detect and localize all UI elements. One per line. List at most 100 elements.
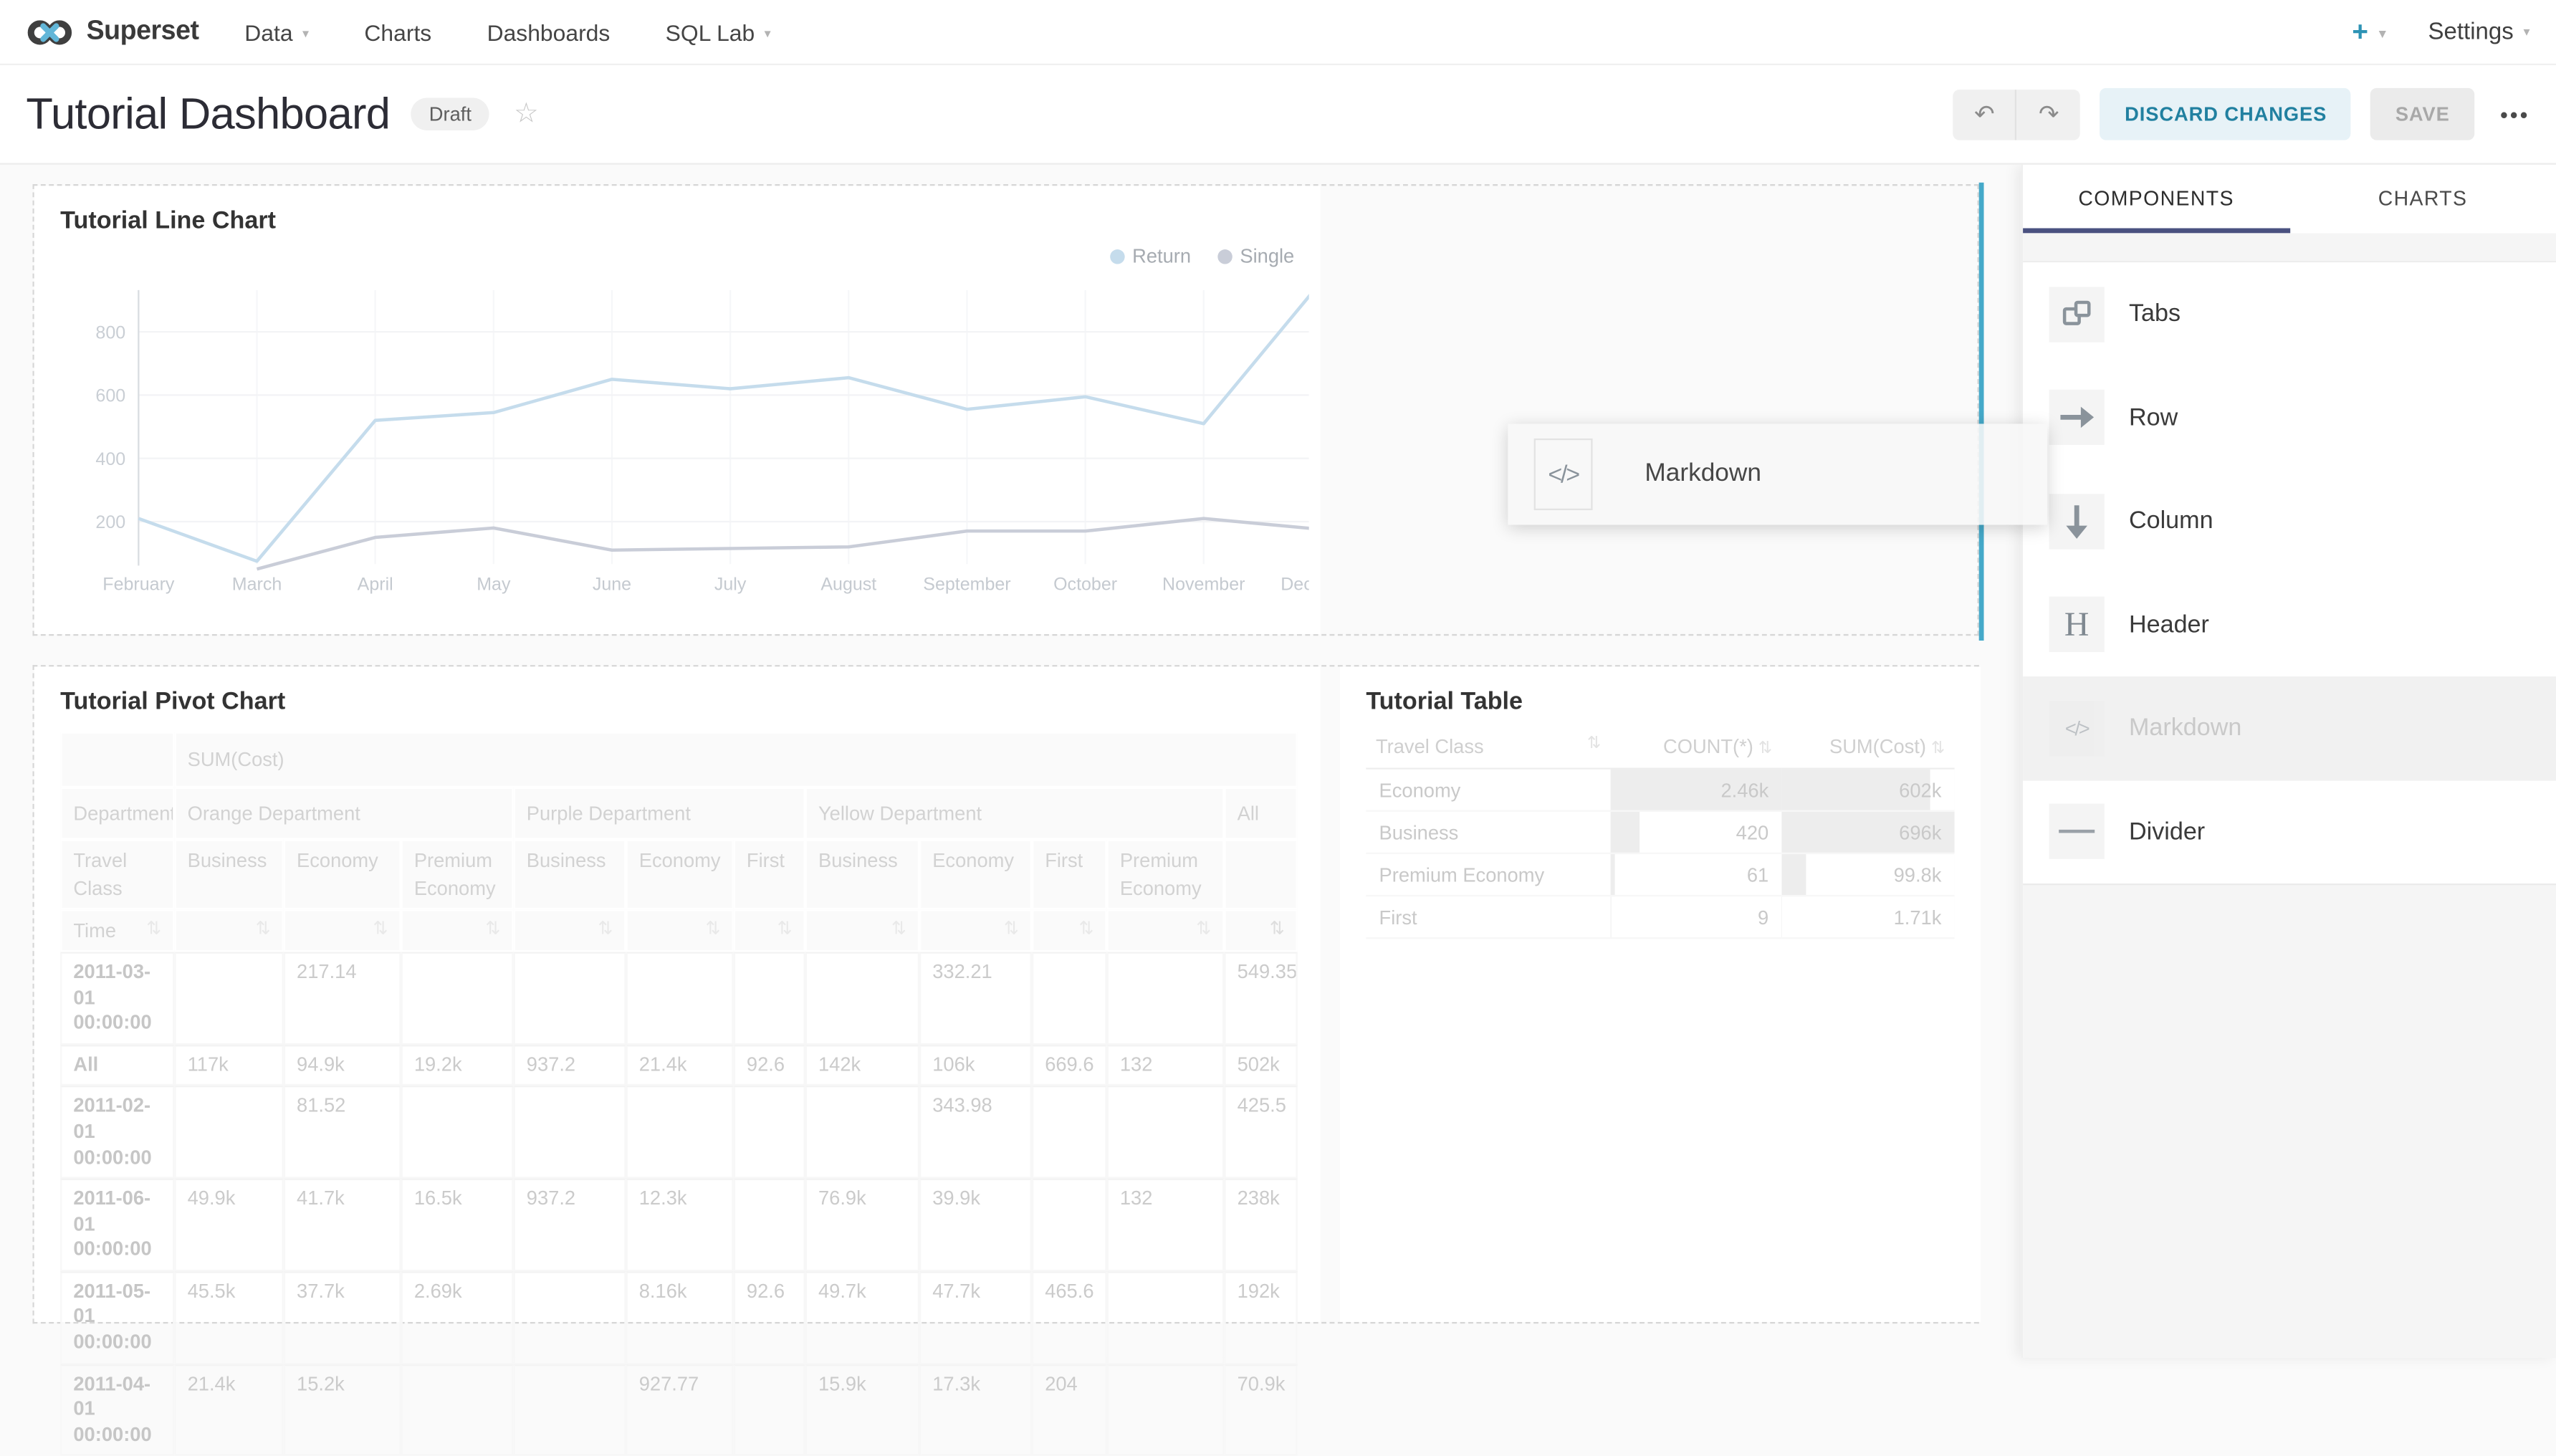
pivot-cell: 937.2 xyxy=(514,1179,626,1271)
redo-button[interactable]: ↷ xyxy=(2017,89,2081,140)
sort-icon[interactable]: ⇅ xyxy=(1270,917,1285,942)
save-button[interactable]: SAVE xyxy=(2371,88,2474,140)
pivot-cell: 132 xyxy=(1107,1179,1225,1271)
sort-icon[interactable]: ⇅ xyxy=(1196,917,1211,942)
pivot-cell xyxy=(805,1086,919,1179)
pivot-cell: 343.98 xyxy=(919,1086,1032,1179)
line-chart-plot: 200400600800FebruaryMarchAprilMayJuneJul… xyxy=(70,261,1309,611)
top-navbar: Superset Data ▾ Charts Dashboards SQL Lab ▾… xyxy=(0,0,2556,65)
sidebar-item-label: Markdown xyxy=(2129,714,2241,742)
pivot-cell: 81.52 xyxy=(284,1086,401,1179)
svg-text:December: December xyxy=(1281,575,1309,595)
sidebar-item-tabs[interactable]: Tabs xyxy=(2023,262,2556,365)
pivot-chart-card[interactable]: Tutorial Pivot Chart SUM(Cost)Department… xyxy=(34,666,1321,1321)
pivot-metric-row: SUM(Cost) xyxy=(60,732,1298,787)
pivot-cell: 204 xyxy=(1032,1364,1107,1456)
sidebar-item-label: Divider xyxy=(2129,818,2205,846)
sort-icon[interactable]: ⇅ xyxy=(373,917,388,942)
caret-down-icon: ▾ xyxy=(2379,25,2385,39)
pivot-cell: 47.7k xyxy=(919,1271,1032,1364)
pivot-data-row: All117k94.9k19.2k937.221.4k92.6142k106k6… xyxy=(60,1045,1298,1086)
caret-down-icon: ▾ xyxy=(765,25,771,39)
pivot-cell: 92.6 xyxy=(734,1045,805,1086)
column-header-count[interactable]: COUNT(*)⇅ xyxy=(1611,725,1782,768)
settings-menu[interactable]: Settings ▾ xyxy=(2428,19,2530,44)
dragged-markdown-card[interactable]: </> Markdown xyxy=(1508,423,2047,525)
sidebar-item-column[interactable]: Column xyxy=(2023,469,2556,573)
discard-changes-button[interactable]: DISCARD CHANGES xyxy=(2100,88,2351,140)
column-icon xyxy=(2049,494,2105,549)
undo-button[interactable]: ↶ xyxy=(1953,89,2017,140)
chart-title: Tutorial Line Chart xyxy=(60,207,276,235)
pivot-cell: 70.9k xyxy=(1224,1364,1298,1456)
sidebar-item-divider[interactable]: Divider xyxy=(2023,780,2556,883)
pivot-cell: 39.9k xyxy=(919,1179,1032,1271)
caret-down-icon: ▾ xyxy=(2523,24,2529,38)
table-row: Premium Economy 61 99.8k xyxy=(1366,853,1954,896)
infinity-logo-icon xyxy=(26,16,75,48)
pivot-cell: 21.4k xyxy=(626,1045,734,1086)
sort-icon[interactable]: ⇅ xyxy=(706,917,721,942)
sidebar-item-row[interactable]: Row xyxy=(2023,366,2556,469)
table-row: First 9 1.71k xyxy=(1366,896,1954,938)
page-title: Tutorial Dashboard xyxy=(26,89,390,140)
favorite-star-icon[interactable]: ☆ xyxy=(514,97,539,130)
drop-indicator-line xyxy=(1979,183,1984,641)
status-badge: Draft xyxy=(411,97,489,130)
new-item-button[interactable]: + ▾ xyxy=(2352,16,2385,48)
pivot-cell: 76.9k xyxy=(805,1179,919,1271)
sort-icon[interactable]: ⇅ xyxy=(598,917,613,942)
pivot-cell xyxy=(1107,1364,1225,1456)
pivot-cell xyxy=(734,1179,805,1271)
tab-components[interactable]: COMPONENTS xyxy=(2023,165,2289,234)
nav-item-dashboards[interactable]: Dashboards xyxy=(487,19,611,44)
nav-item-data[interactable]: Data ▾ xyxy=(244,19,309,44)
pivot-cell: 669.6 xyxy=(1032,1045,1107,1086)
pivot-data-row: 2011-03-01 00:00:00217.14332.21549.35 xyxy=(60,952,1298,1044)
column-header-sum-cost[interactable]: SUM(Cost)⇅ xyxy=(1781,725,1954,768)
column-header-travel-class[interactable]: Travel Class⇅ xyxy=(1366,725,1610,768)
sort-icon[interactable]: ⇅ xyxy=(1078,917,1093,942)
more-options-icon[interactable]: ••• xyxy=(2500,102,2529,126)
nav-item-charts[interactable]: Charts xyxy=(364,19,431,44)
pivot-time-value: All xyxy=(60,1045,174,1086)
data-table-card[interactable]: Tutorial Table Travel Class⇅ COUNT(*)⇅ S… xyxy=(1340,666,1981,1321)
sort-icon[interactable]: ⇅ xyxy=(256,917,271,942)
pivot-cell: 332.21 xyxy=(919,952,1032,1044)
sort-icon[interactable]: ⇅ xyxy=(777,917,793,942)
svg-text:November: November xyxy=(1162,575,1245,595)
svg-text:March: March xyxy=(232,575,282,595)
pivot-time-value: 2011-03-01 00:00:00 xyxy=(60,952,174,1044)
count-cell: 420 xyxy=(1611,811,1782,853)
sort-icon[interactable]: ⇅ xyxy=(485,917,500,942)
sort-icon[interactable]: ⇅ xyxy=(891,917,906,942)
pivot-cell xyxy=(401,1086,514,1179)
pivot-cell xyxy=(1107,1086,1225,1179)
sum-cost-cell: 99.8k xyxy=(1781,853,1954,896)
sidebar-item-header[interactable]: H Header xyxy=(2023,573,2556,676)
sidebar-item-label: Header xyxy=(2129,611,2209,639)
svg-text:September: September xyxy=(923,575,1010,595)
sort-icon[interactable]: ⇅ xyxy=(146,917,161,942)
count-cell: 9 xyxy=(1611,896,1782,938)
pivot-col-header: Premium Economy xyxy=(401,840,514,909)
line-chart-card[interactable]: Tutorial Line Chart Return Single 200400… xyxy=(34,186,1321,634)
pivot-col-header: Premium Economy xyxy=(1107,840,1225,909)
pivot-cell: 21.4k xyxy=(174,1364,283,1456)
sidebar-item-markdown[interactable]: </> Markdown xyxy=(2023,676,2556,780)
brand-name: Superset xyxy=(87,16,199,47)
tabs-icon xyxy=(2049,287,2105,342)
tab-charts[interactable]: CHARTS xyxy=(2289,165,2556,234)
pivot-col-header: Business xyxy=(514,840,626,909)
sort-icon[interactable]: ⇅ xyxy=(1004,917,1019,942)
sort-icon: ⇅ xyxy=(1587,735,1601,753)
pivot-cell xyxy=(626,1086,734,1179)
pivot-cell: 117k xyxy=(174,1045,283,1086)
sidebar-tabs: COMPONENTSCHARTS xyxy=(2023,165,2556,234)
count-cell: 61 xyxy=(1611,853,1782,896)
nav-item-sql-lab[interactable]: SQL Lab ▾ xyxy=(666,19,771,44)
pivot-cell xyxy=(1107,952,1225,1044)
superset-logo[interactable]: Superset xyxy=(26,16,198,48)
pivot-time-value: 2011-02-01 00:00:00 xyxy=(60,1086,174,1179)
pivot-cell: 502k xyxy=(1224,1045,1298,1086)
